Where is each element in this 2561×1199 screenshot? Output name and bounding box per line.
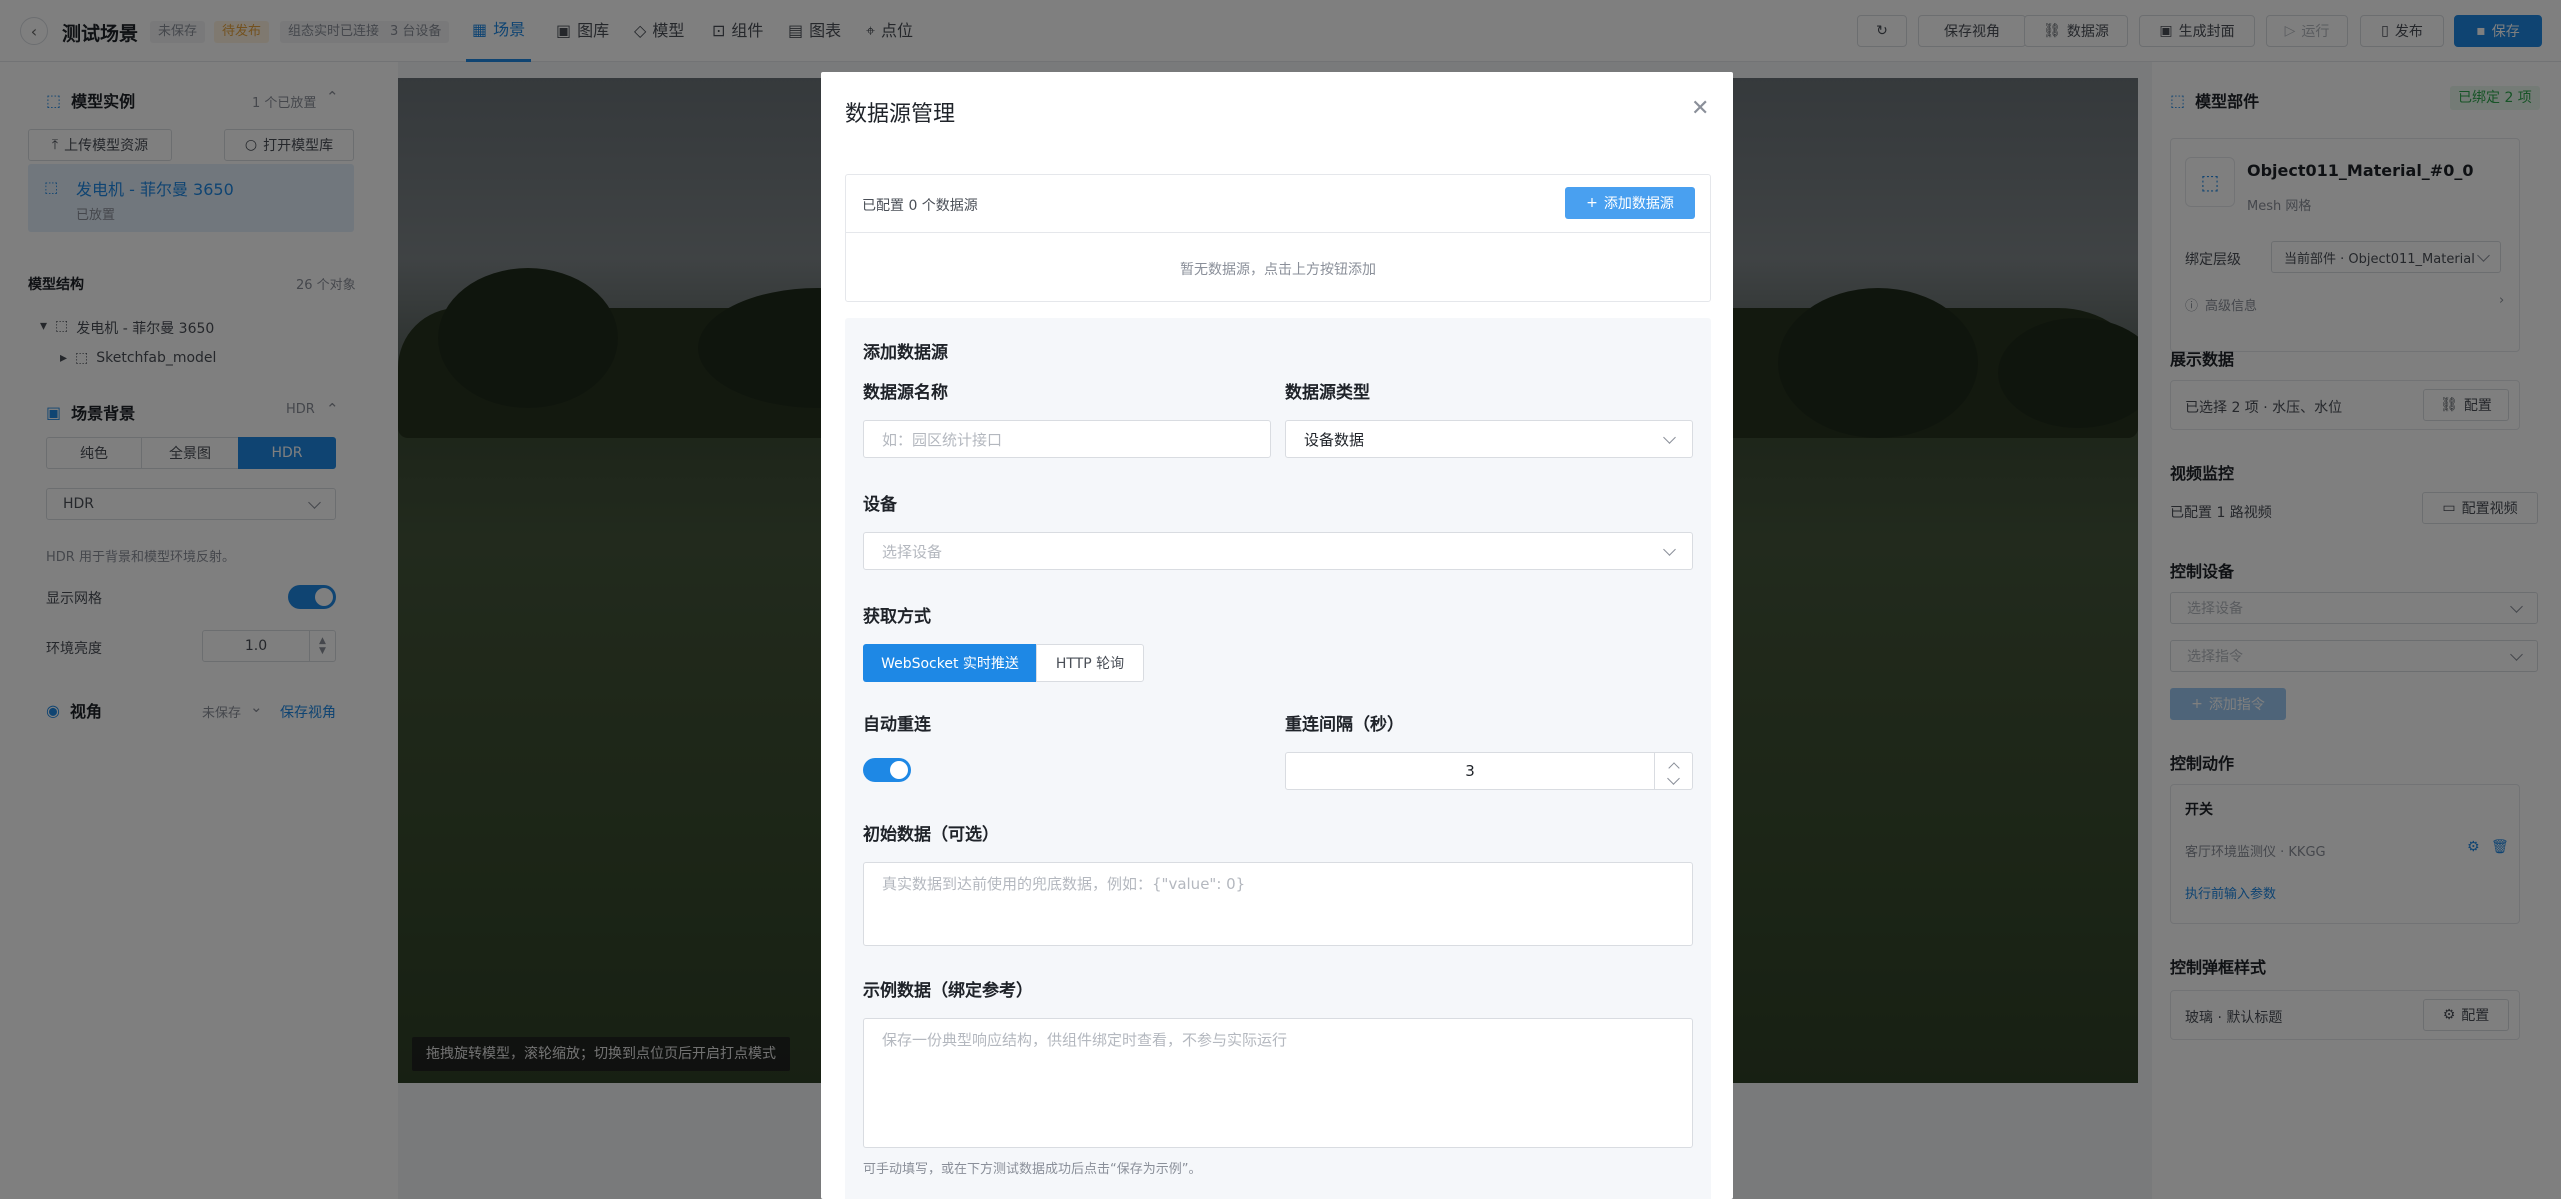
interval-value: 3 [1465,762,1475,780]
datasource-modal: 数据源管理 ✕ 已配置 0 个数据源 + 添加数据源 暂无数据源，点击上方按钮添加… [821,72,1733,1199]
sample-data-label: 示例数据（绑定参考） [863,981,1033,1001]
reconnect-label: 自动重连 [863,715,931,735]
sample-data-textarea[interactable]: 保存一份典型响应结构，供组件绑定时查看，不参与实际运行 [863,1018,1693,1148]
form-section-title: 添加数据源 [863,343,948,363]
device-label: 设备 [863,495,897,515]
method-websocket-option[interactable]: WebSocket 实时推送 [863,644,1037,682]
add-datasource-form: 添加数据源 数据源名称 如：园区统计接口 数据源类型 设备数据 设备 选择设备 … [845,318,1711,1199]
plus-icon: + [1586,195,1598,211]
datasource-list: 已配置 0 个数据源 + 添加数据源 暂无数据源，点击上方按钮添加 [845,174,1711,302]
reconnect-interval-stepper[interactable]: 3 [1285,752,1693,790]
add-datasource-button[interactable]: + 添加数据源 [1565,187,1695,219]
empty-state-text: 暂无数据源，点击上方按钮添加 [1180,262,1376,278]
chevron-down-icon [1663,542,1676,556]
configured-count: 已配置 0 个数据源 [862,198,978,214]
arrow-down-icon[interactable] [1667,771,1680,785]
close-icon[interactable]: ✕ [1691,96,1709,121]
stepper-arrows[interactable] [1654,753,1692,789]
name-label: 数据源名称 [863,383,948,403]
auto-reconnect-toggle[interactable] [863,758,911,782]
type-label: 数据源类型 [1285,383,1370,403]
modal-title: 数据源管理 [845,102,956,127]
method-label: 获取方式 [863,607,931,627]
device-select[interactable]: 选择设备 [863,532,1693,570]
init-data-label: 初始数据（可选） [863,825,999,845]
datasource-type-select[interactable]: 设备数据 [1285,420,1693,458]
datasource-name-input[interactable]: 如：园区统计接口 [863,420,1271,458]
init-data-textarea[interactable]: 真实数据到达前使用的兜底数据，例如：{"value": 0} [863,862,1693,946]
sample-data-hint: 可手动填写，或在下方测试数据成功后点击“保存为示例”。 [863,1162,1202,1177]
chevron-down-icon [1663,430,1676,444]
interval-label: 重连间隔（秒） [1285,715,1404,735]
method-http-option[interactable]: HTTP 轮询 [1036,644,1144,682]
